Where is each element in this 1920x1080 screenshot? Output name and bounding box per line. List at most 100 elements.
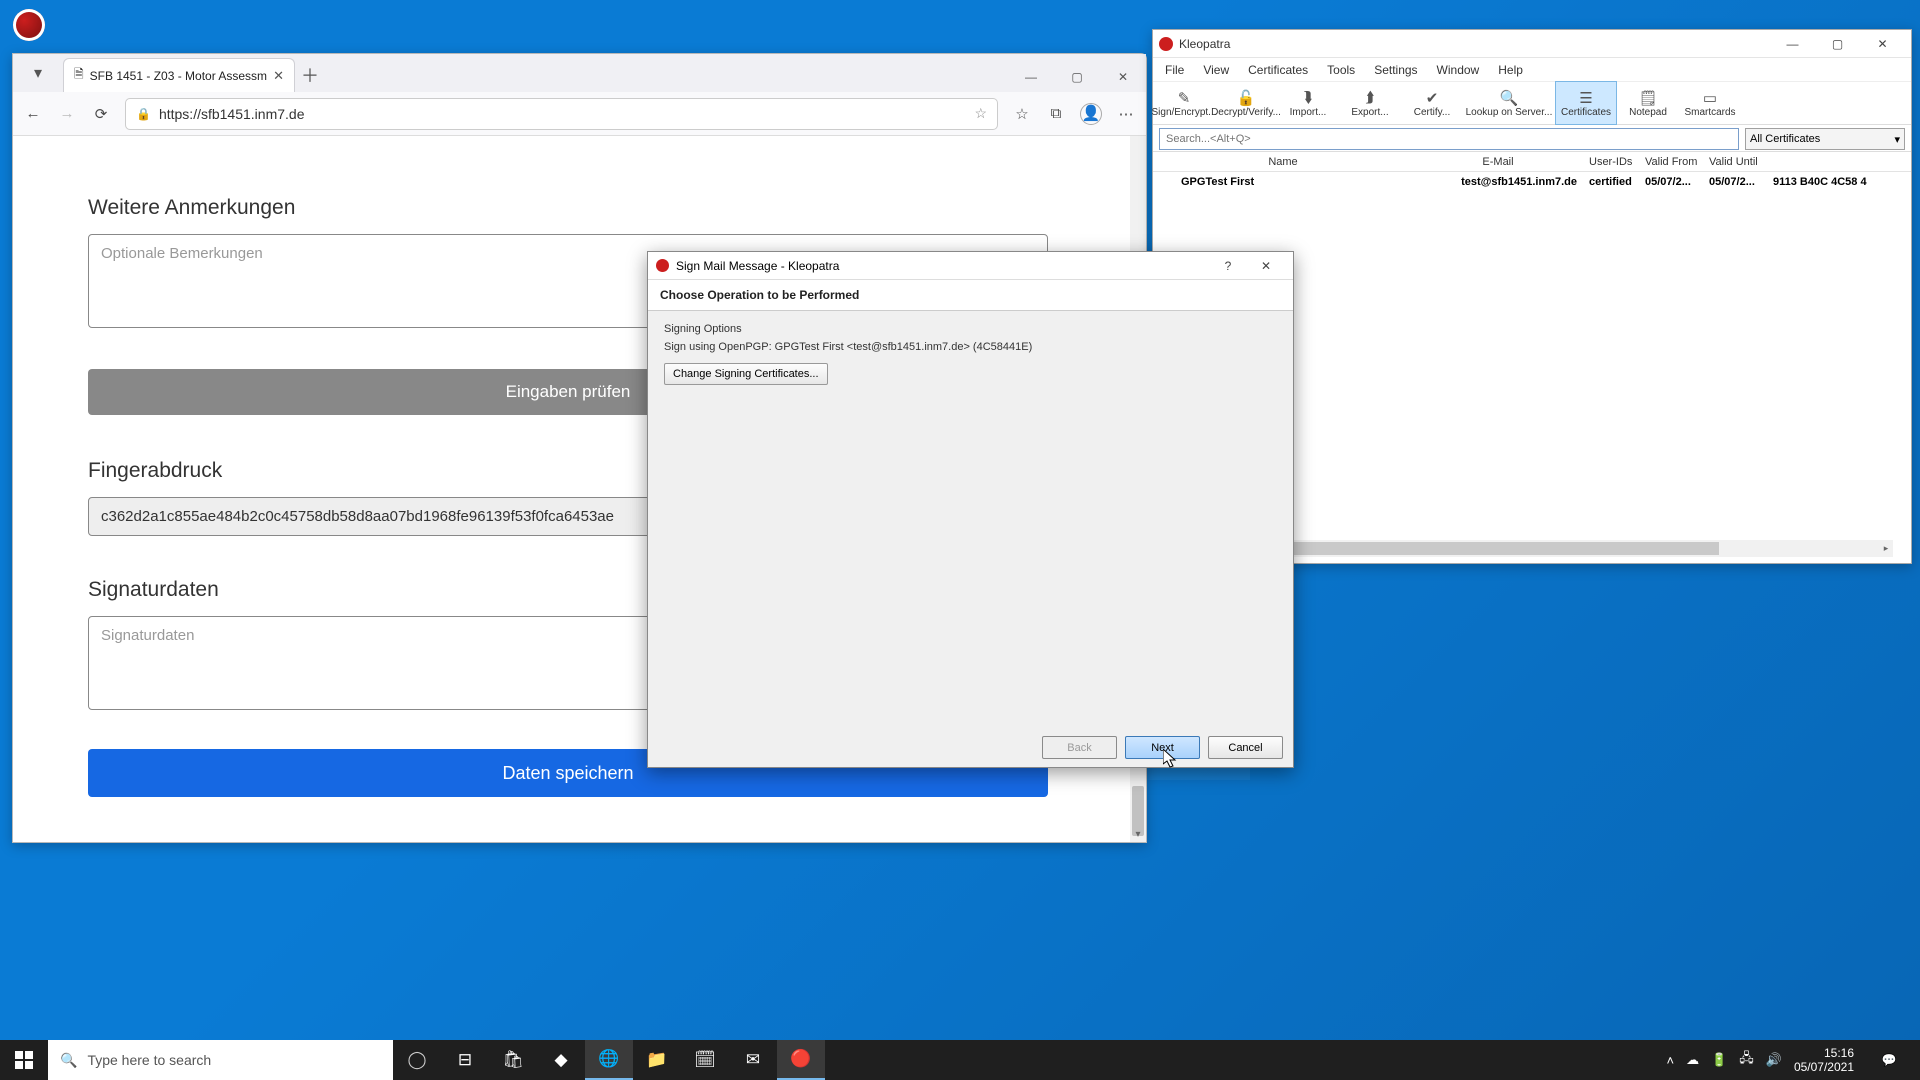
maximize-icon[interactable]: ▢ (1815, 37, 1860, 51)
close-icon[interactable]: ✕ (1100, 62, 1146, 92)
task-view-icon[interactable]: ◯ (393, 1040, 441, 1080)
menu-view[interactable]: View (1195, 61, 1237, 79)
dialog-titlebar[interactable]: Sign Mail Message - Kleopatra ? ✕ (648, 252, 1293, 279)
next-button[interactable]: Next (1125, 736, 1200, 759)
new-tab-button[interactable]: ＋ (295, 58, 325, 92)
kleopatra-menubar[interactable]: File View Certificates Tools Settings Wi… (1153, 58, 1911, 81)
forward-icon: → (57, 105, 77, 122)
taskbar-pinned: ◯ ⊟ 🛍 ◆ 🌐 📁 🗓 ✉ 🔴 (393, 1040, 825, 1080)
help-icon[interactable]: ? (1209, 259, 1247, 273)
menu-certs[interactable]: Certificates (1240, 61, 1316, 79)
cortana-icon[interactable]: ⊟ (441, 1040, 489, 1080)
minimize-icon[interactable]: — (1770, 37, 1815, 51)
signing-options-label: Signing Options (664, 323, 1277, 335)
taskbar[interactable]: 🔍 Type here to search ◯ ⊟ 🛍 ◆ 🌐 📁 🗓 ✉ 🔴 … (0, 1040, 1920, 1080)
browser-toolbar: ← → ⟳ 🔒 https://sfb1451.inm7.de ☆ ☆ ⧉ 👤 … (13, 92, 1146, 136)
cell-validuntil: 05/07/2... (1703, 172, 1767, 192)
col-name[interactable]: Name (1153, 152, 1413, 171)
taskbar-kleopatra-icon[interactable]: 🔴 (777, 1040, 825, 1080)
change-signing-certs-button[interactable]: Change Signing Certificates... (664, 363, 828, 385)
cert-search-input[interactable] (1159, 128, 1739, 150)
cert-filter-combo[interactable]: All Certificates ▾ (1745, 128, 1905, 150)
tool-import[interactable]: ⮯Import... (1277, 81, 1339, 125)
maximize-icon[interactable]: ▢ (1054, 62, 1100, 92)
scroll-right-icon[interactable]: ▸ (1879, 543, 1893, 554)
reader-star-icon[interactable]: ☆ (974, 105, 987, 122)
tool-decrypt-verify[interactable]: 🔓Decrypt/Verify... (1215, 81, 1277, 125)
menu-file[interactable]: File (1157, 61, 1192, 79)
remarks-heading: Weitere Anmerkungen (88, 196, 1120, 220)
minimize-icon[interactable]: — (1008, 62, 1054, 92)
back-button: Back (1042, 736, 1117, 759)
col-validuntil[interactable]: Valid Until (1703, 152, 1767, 171)
dialog-heading: Choose Operation to be Performed (648, 279, 1293, 311)
tab-title: SFB 1451 - Z03 - Motor Assessm (90, 69, 267, 83)
browser-tab-active[interactable]: 🗎 SFB 1451 - Z03 - Motor Assessm ✕ (63, 58, 295, 92)
lock-icon: 🔒 (136, 107, 151, 121)
tool-certificates[interactable]: ☰Certificates (1555, 81, 1617, 125)
col-email[interactable]: E-Mail (1413, 152, 1583, 171)
cell-email: test@sfb1451.inm7.de (1413, 172, 1583, 192)
firefox-app-icon[interactable] (13, 9, 45, 41)
clock-date: 05/07/2021 (1794, 1060, 1854, 1074)
tool-sign-encrypt[interactable]: ✎Sign/Encrypt... (1153, 81, 1215, 125)
bookmark-icon[interactable]: ☆ (1012, 105, 1032, 123)
cell-name: GPGTest First (1153, 172, 1413, 192)
close-icon[interactable]: ✕ (1860, 37, 1905, 51)
tab-list-button[interactable]: ▾ (13, 54, 63, 92)
taskbar-search[interactable]: 🔍 Type here to search (48, 1040, 393, 1080)
decrypt-icon: 🔓 (1237, 89, 1256, 107)
menu-icon[interactable]: ⋯ (1116, 105, 1136, 123)
start-button[interactable] (0, 1040, 48, 1080)
tool-certify[interactable]: ✔Certify... (1401, 81, 1463, 125)
close-icon[interactable]: ✕ (1247, 259, 1285, 273)
kleopatra-toolbar: ✎Sign/Encrypt... 🔓Decrypt/Verify... ⮯Imp… (1153, 81, 1911, 125)
tool-export[interactable]: ⮭Export... (1339, 81, 1401, 125)
table-row[interactable]: GPGTest First test@sfb1451.inm7.de certi… (1153, 172, 1911, 192)
combo-value: All Certificates (1750, 133, 1820, 145)
kleopatra-titlebar[interactable]: Kleopatra — ▢ ✕ (1153, 30, 1911, 58)
col-keyid[interactable] (1767, 152, 1911, 171)
menu-settings[interactable]: Settings (1366, 61, 1425, 79)
taskbar-msstore-icon[interactable]: 🗓 (681, 1040, 729, 1080)
windows-logo-icon (15, 1051, 33, 1069)
certificate-table[interactable]: Name E-Mail User-IDs Valid From Valid Un… (1153, 151, 1911, 192)
tool-notepad[interactable]: 🗒Notepad (1617, 81, 1679, 125)
action-center-icon[interactable]: 💬 (1866, 1040, 1912, 1080)
search-icon: 🔍 (1500, 89, 1519, 107)
account-icon[interactable]: 👤 (1080, 103, 1102, 125)
kleopatra-filterbar: All Certificates ▾ (1153, 125, 1911, 151)
taskbar-explorer-icon[interactable]: 📁 (633, 1040, 681, 1080)
back-icon[interactable]: ← (23, 105, 43, 122)
table-header[interactable]: Name E-Mail User-IDs Valid From Valid Un… (1153, 152, 1911, 172)
dialog-buttons: Back Next Cancel (1042, 736, 1283, 759)
pocket-icon[interactable]: ⧉ (1046, 105, 1066, 122)
tray-chevron-up-icon[interactable]: ˄ (1666, 1053, 1674, 1068)
tray-volume-icon[interactable]: 🔊 (1766, 1052, 1782, 1068)
tray-network-icon[interactable]: 🖧 (1739, 1049, 1754, 1071)
taskbar-store-icon[interactable]: 🛍 (489, 1040, 537, 1080)
col-userids[interactable]: User-IDs (1583, 152, 1639, 171)
reload-icon[interactable]: ⟳ (91, 105, 111, 123)
tray-onedrive-icon[interactable]: ☁ (1686, 1052, 1699, 1068)
menu-help[interactable]: Help (1490, 61, 1531, 79)
tool-lookup[interactable]: 🔍Lookup on Server... (1463, 81, 1555, 125)
taskbar-clock[interactable]: 15:16 05/07/2021 (1794, 1046, 1854, 1074)
cancel-button[interactable]: Cancel (1208, 736, 1283, 759)
tool-smartcards[interactable]: ▭Smartcards (1679, 81, 1741, 125)
col-validfrom[interactable]: Valid From (1639, 152, 1703, 171)
menu-window[interactable]: Window (1429, 61, 1488, 79)
close-tab-icon[interactable]: ✕ (273, 68, 284, 84)
export-icon: ⮭ (1366, 89, 1375, 107)
scroll-down-icon[interactable]: ▾ (1130, 826, 1146, 842)
taskbar-edge-icon[interactable]: 🌐 (585, 1040, 633, 1080)
sign-icon: ✎ (1178, 89, 1191, 107)
url-bar[interactable]: 🔒 https://sfb1451.inm7.de ☆ (125, 98, 998, 130)
menu-tools[interactable]: Tools (1319, 61, 1363, 79)
taskbar-app1-icon[interactable]: ◆ (537, 1040, 585, 1080)
tray-battery-icon[interactable]: 🔋 (1711, 1052, 1727, 1068)
certificates-icon: ☰ (1579, 89, 1592, 107)
system-tray[interactable]: ˄ ☁ 🔋 🖧 🔊 15:16 05/07/2021 💬 (1658, 1040, 1920, 1080)
taskbar-mail-icon[interactable]: ✉ (729, 1040, 777, 1080)
import-icon: ⮯ (1304, 89, 1313, 107)
